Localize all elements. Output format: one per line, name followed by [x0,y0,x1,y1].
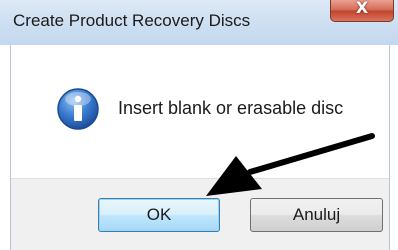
dialog-window: Create Product Recovery Discs X Insert b… [0,0,398,250]
ok-button[interactable]: OK [98,198,220,232]
close-icon: X [355,0,369,17]
window-title: Create Product Recovery Discs [13,11,251,30]
information-icon [57,88,99,130]
cancel-button[interactable]: Anuluj [250,198,383,232]
close-button[interactable]: X [330,0,394,22]
title-bar: Create Product Recovery Discs X [0,0,398,45]
message-text: Insert blank or erasable disc [118,98,344,118]
